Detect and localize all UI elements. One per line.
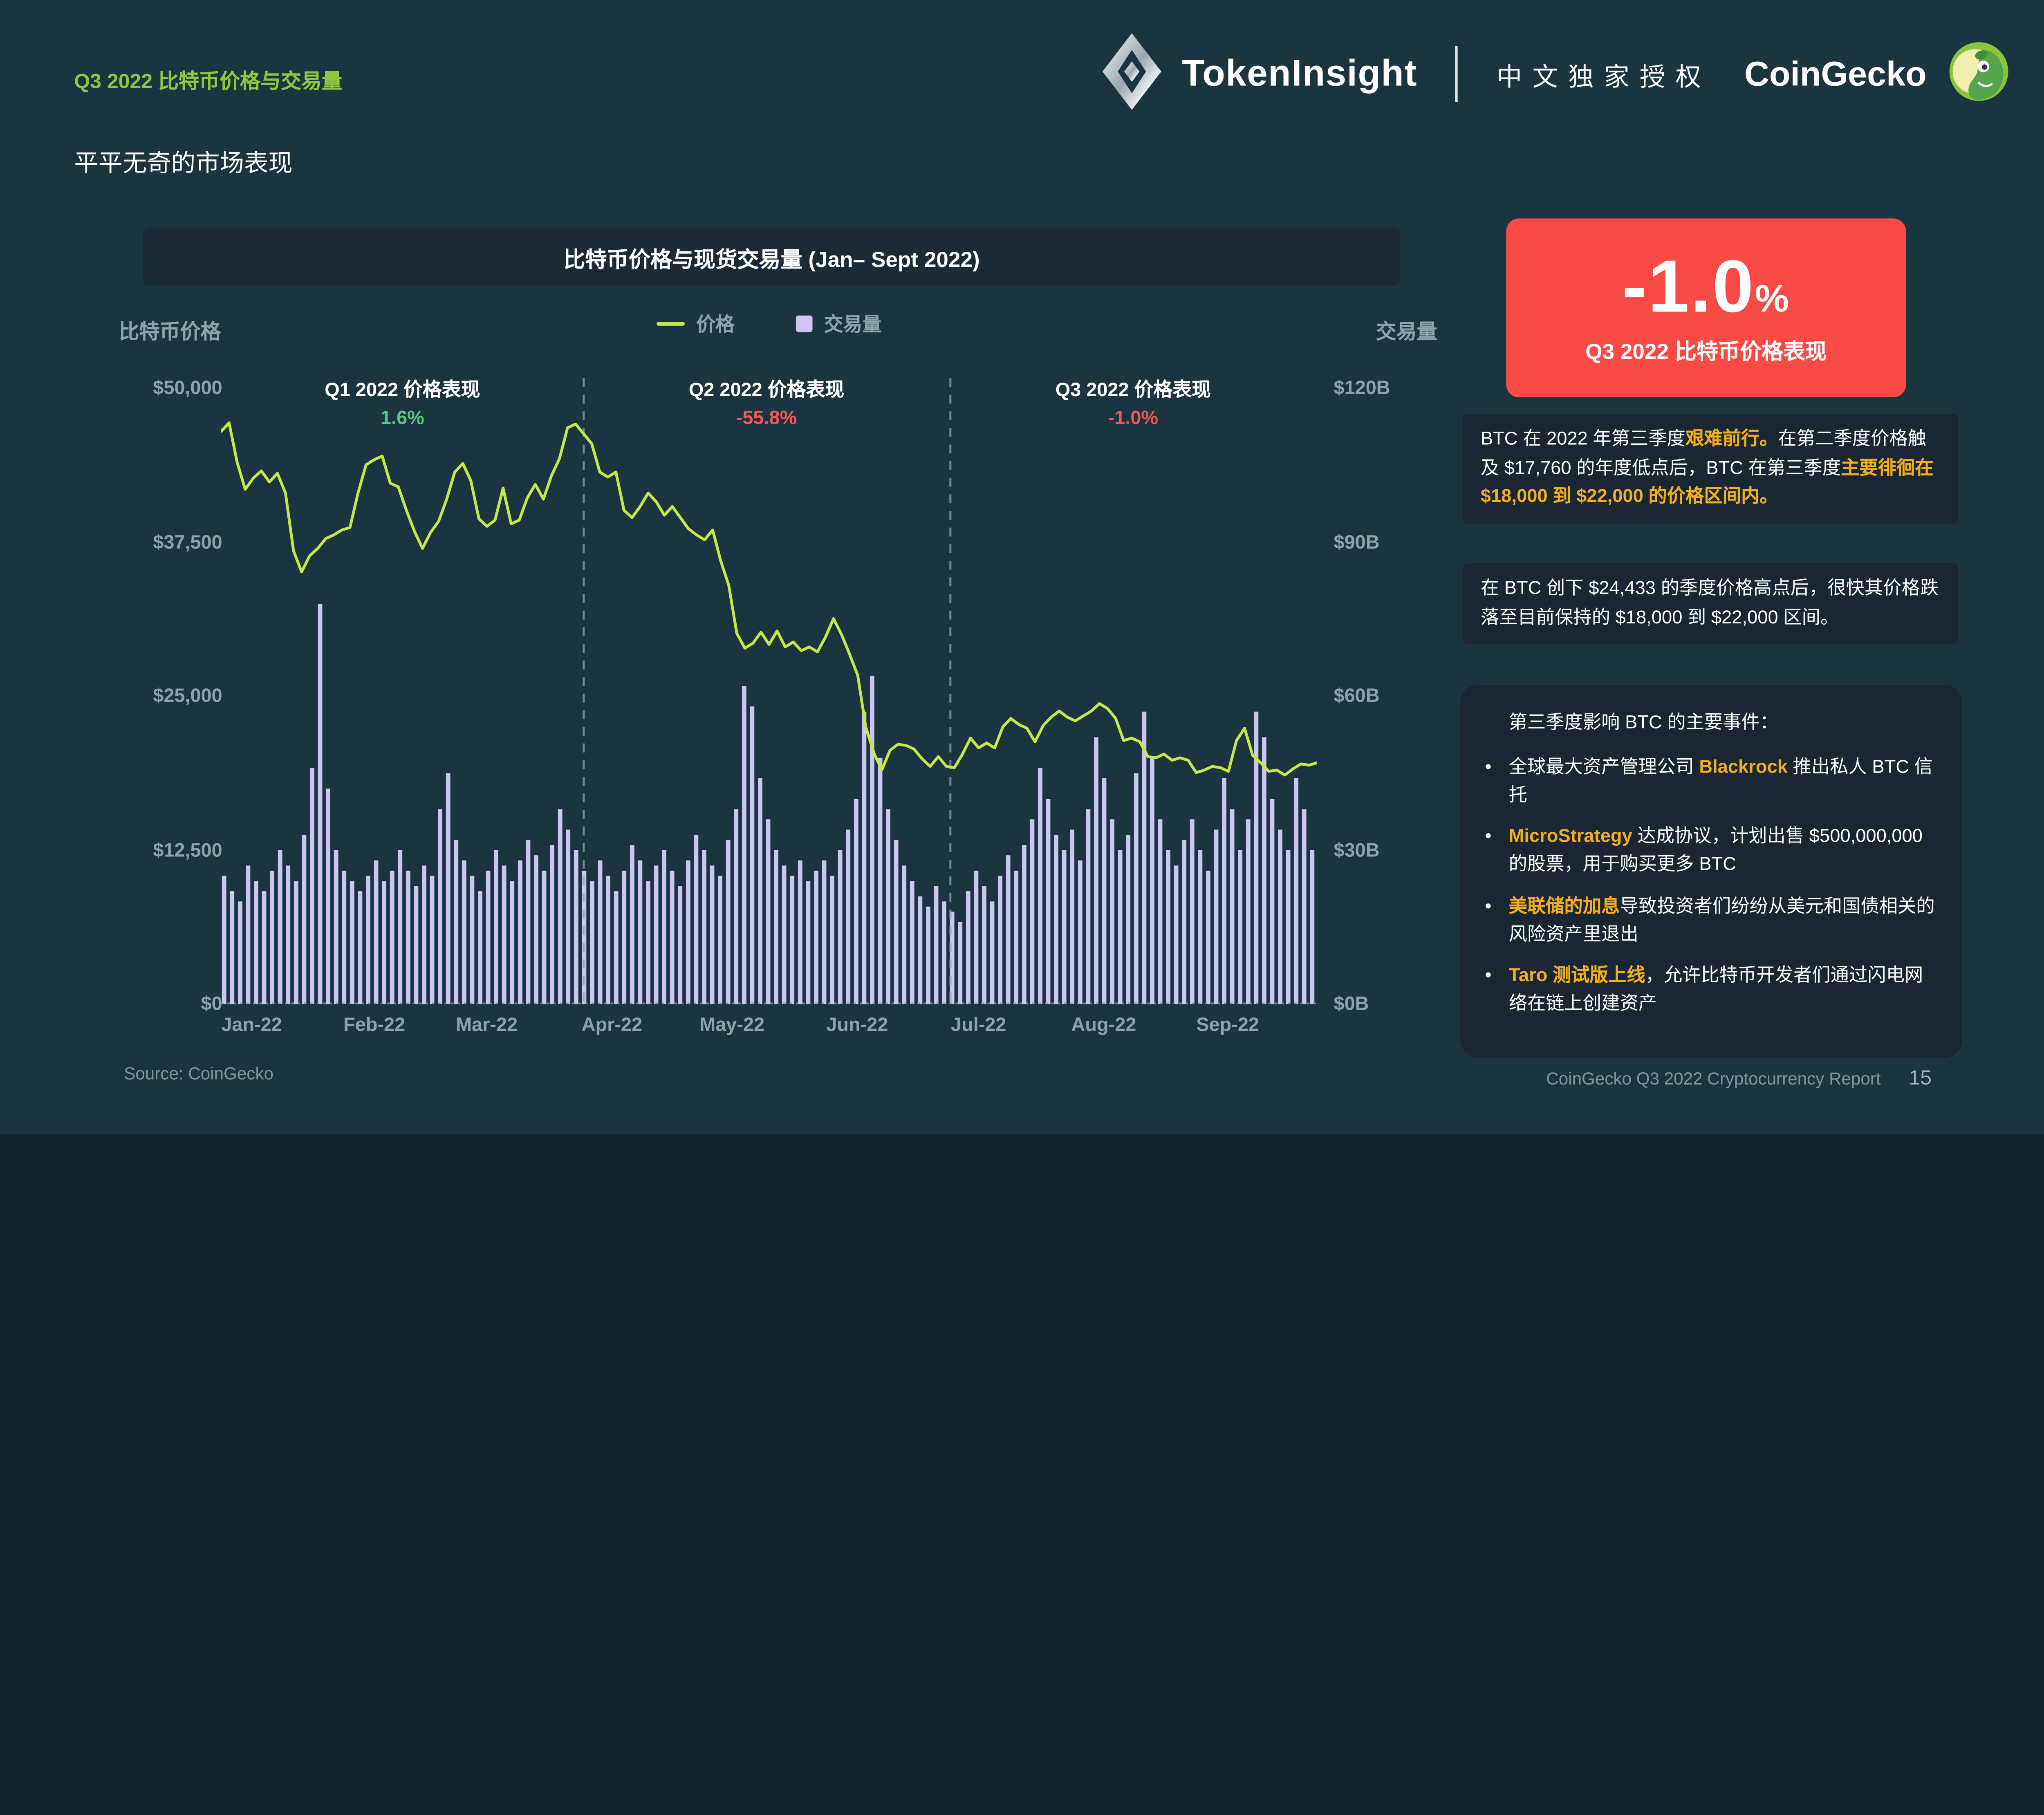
bullet-icon: • [1481, 894, 1496, 950]
x-axis-label: Jan-22 [221, 1014, 282, 1036]
y-axis-label: $120B [1334, 377, 1390, 399]
coingecko-wordmark: CoinGecko [1744, 54, 1926, 94]
y-axis-label: $37,500 [82, 531, 222, 553]
insight-paragraph-1: BTC 在 2022 年第三季度艰难前行。在第二季度价格触及 $17,760 的… [1463, 414, 1959, 524]
y-axis-label: $0B [1334, 993, 1369, 1015]
source-note: Source: CoinGecko [124, 1064, 273, 1083]
report-slide: Q3 2022 比特币价格与交易量 平平无奇的市场表现 TokenInsight… [0, 0, 2044, 1134]
key-events-list: •全球最大资产管理公司 Blackrock 推出私人 BTC 信托 •MicroS… [1481, 755, 1939, 1019]
legend-volume-label: 交易量 [824, 310, 882, 337]
brand-bar: TokenInsight 中文独家授权 CoinGecko [1103, 33, 2010, 115]
x-axis-label: Jun-22 [826, 1014, 888, 1036]
x-axis-label: Aug-22 [1071, 1014, 1136, 1036]
legend-price-label: 价格 [696, 310, 735, 337]
footer: CoinGecko Q3 2022 Cryptocurrency Report … [1546, 1068, 1932, 1091]
y-axis-label: $60B [1334, 686, 1380, 707]
price-volume-plot [221, 378, 1317, 1004]
key-events-box: 第三季度影响 BTC 的主要事件： •全球最大资产管理公司 Blackrock … [1460, 685, 1962, 1058]
chart-legend: 价格 交易量 [221, 310, 1317, 337]
report-name: CoinGecko Q3 2022 Cryptocurrency Report [1546, 1069, 1880, 1089]
insight-paragraph-2: 在 BTC 创下 $24,433 的季度价格高点后，很快其价格跌落至目前保持的 … [1463, 563, 1959, 644]
event-item: •全球最大资产管理公司 Blackrock 推出私人 BTC 信托 [1481, 755, 1939, 810]
legend-item-price: 价格 [657, 310, 735, 337]
volume-bar-swatch-icon [796, 316, 813, 332]
page-number: 15 [1909, 1068, 1932, 1091]
x-axis-label: Sep-22 [1196, 1014, 1259, 1036]
left-axis-title: 比特币价格 [119, 314, 221, 345]
y-axis-label: $50,000 [82, 377, 222, 399]
legend-item-volume: 交易量 [796, 310, 881, 337]
bullet-icon: • [1481, 824, 1496, 880]
page-title: 平平无奇的市场表现 [74, 144, 292, 179]
stat-label: Q3 2022 比特币价格表现 [1585, 334, 1827, 365]
event-item: •Taro 测试版上线，允许比特币开发者们通过闪电网络在链上创建资产 [1481, 964, 1939, 1019]
brand-separator [1456, 46, 1458, 103]
x-axis-label: Mar-22 [456, 1014, 518, 1036]
tokeninsight-wordmark: TokenInsight [1182, 53, 1417, 95]
x-axis-label: Jul-22 [951, 1014, 1006, 1036]
x-axis-label: Apr-22 [582, 1014, 642, 1036]
bullet-icon: • [1481, 964, 1496, 1019]
x-axis-label: May-22 [699, 1014, 764, 1036]
event-item: •美联储的加息导致投资者们纷纷从美元和国债相关的风险资产里退出 [1481, 894, 1939, 950]
stat-value: -1.0% [1622, 251, 1790, 325]
right-axis-title: 交易量 [1376, 314, 1437, 345]
y-axis-label: $30B [1334, 839, 1380, 861]
y-axis-label: $25,000 [82, 686, 222, 707]
event-item: •MicroStrategy 达成协议，计划出售 $500,000,000 的股… [1481, 824, 1939, 880]
y-axis-label: $0 [82, 993, 222, 1015]
x-axis-label: Feb-22 [343, 1014, 405, 1036]
bullet-icon: • [1481, 755, 1496, 810]
chart-title: 比特币价格与现货交易量 (Jan– Sept 2022) [563, 241, 979, 273]
y-axis-label: $90B [1334, 531, 1380, 553]
tokeninsight-diamond-icon [1103, 33, 1161, 116]
key-events-heading: 第三季度影响 BTC 的主要事件： [1509, 710, 1939, 738]
chart-title-bar: 比特币价格与现货交易量 (Jan– Sept 2022) [143, 227, 1400, 286]
price-line-swatch-icon [657, 322, 685, 326]
authorization-label: 中文独家授权 [1497, 56, 1711, 93]
page-kicker: Q3 2022 比特币价格与交易量 [74, 64, 342, 94]
coingecko-gecko-icon [1947, 39, 2011, 109]
y-axis-label: $12,500 [82, 839, 222, 861]
q3-performance-stat-card: -1.0% Q3 2022 比特币价格表现 [1506, 218, 1906, 397]
